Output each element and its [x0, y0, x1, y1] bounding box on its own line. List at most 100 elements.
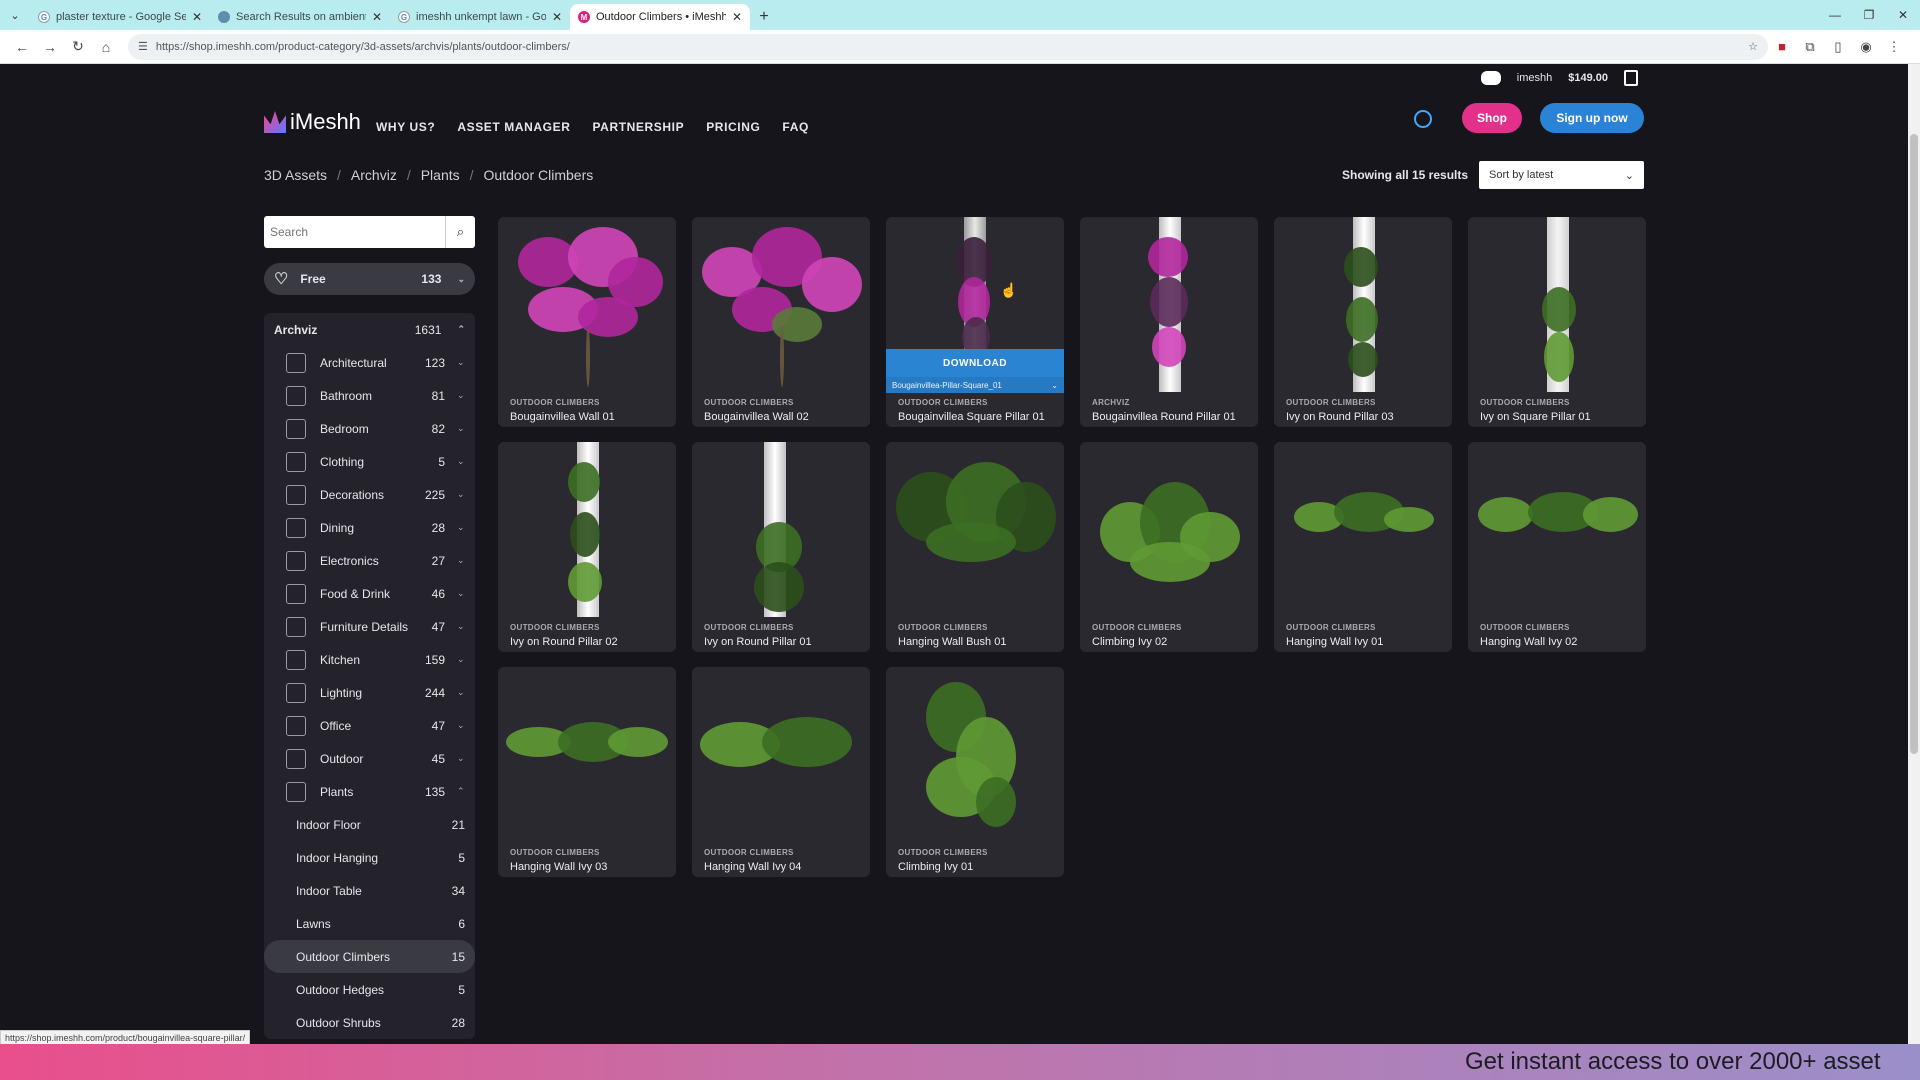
restore-icon[interactable]: ❐ — [1852, 0, 1886, 30]
close-window-icon[interactable]: ✕ — [1886, 0, 1920, 30]
url-field[interactable]: ☰ https://shop.imeshh.com/product-catego… — [128, 33, 1768, 60]
cart-icon[interactable] — [1624, 70, 1638, 86]
product-thumbnail[interactable] — [1274, 217, 1452, 392]
sidebar-item-bathroom[interactable]: Bathroom 81 ⌄ — [264, 379, 475, 412]
product-card[interactable]: OUTDOOR CLIMBERS Ivy on Square Pillar 01 — [1468, 217, 1646, 427]
product-card[interactable]: OUTDOOR CLIMBERS Hanging Wall Ivy 03 — [498, 667, 676, 877]
sidebar-item-plants[interactable]: Plants 135 ⌃ — [264, 775, 475, 808]
home-icon[interactable]: ⌂ — [92, 33, 120, 61]
browser-tab[interactable]: G plaster texture - Google Search ✕ — [30, 4, 210, 30]
cart-total[interactable]: $149.00 — [1568, 72, 1608, 84]
nav-faq[interactable]: FAQ — [782, 120, 808, 134]
product-category[interactable]: OUTDOOR CLIMBERS — [510, 398, 600, 407]
breadcrumb-item[interactable]: Archviz — [351, 167, 397, 183]
browser-tab[interactable]: Search Results on ambientCG ✕ — [210, 4, 390, 30]
product-card[interactable]: OUTDOOR CLIMBERS Hanging Wall Ivy 01 — [1274, 442, 1452, 652]
product-title[interactable]: Bougainvillea Wall 01 — [510, 411, 615, 423]
product-thumbnail[interactable] — [692, 667, 870, 842]
minimize-icon[interactable]: — — [1818, 0, 1852, 30]
product-category[interactable]: OUTDOOR CLIMBERS — [704, 398, 794, 407]
close-icon[interactable]: ✕ — [192, 10, 202, 24]
shop-button[interactable]: Shop — [1462, 103, 1522, 133]
sidebar-item-bedroom[interactable]: Bedroom 82 ⌄ — [264, 412, 475, 445]
browser-tab-active[interactable]: M Outdoor Climbers • iMeshh ✕ — [570, 4, 750, 30]
profile-icon[interactable]: ◉ — [1852, 33, 1880, 61]
product-card[interactable]: DOWNLOAD Bougainvillea-Pillar-Square_01 ⌄ O… — [886, 217, 1064, 427]
product-card[interactable]: OUTDOOR CLIMBERS Ivy on Round Pillar 02 — [498, 442, 676, 652]
product-card[interactable]: OUTDOOR CLIMBERS Ivy on Round Pillar 03 — [1274, 217, 1452, 427]
product-title[interactable]: Climbing Ivy 01 — [898, 861, 973, 873]
product-thumbnail[interactable] — [692, 217, 870, 392]
product-title[interactable]: Hanging Wall Ivy 01 — [1286, 636, 1383, 648]
sidebar-item-furniture-details[interactable]: Furniture Details 47 ⌄ — [264, 610, 475, 643]
product-title[interactable]: Hanging Wall Ivy 02 — [1480, 636, 1577, 648]
product-thumbnail[interactable] — [692, 442, 870, 617]
search-input[interactable] — [264, 216, 445, 248]
product-card[interactable]: OUTDOOR CLIMBERS Climbing Ivy 02 — [1080, 442, 1258, 652]
reload-icon[interactable]: ↻ — [64, 33, 92, 61]
nav-asset-manager[interactable]: ASSET MANAGER — [457, 120, 570, 134]
product-title[interactable]: Climbing Ivy 02 — [1092, 636, 1167, 648]
product-title[interactable]: Hanging Wall Ivy 04 — [704, 861, 801, 873]
sort-select[interactable]: Sort by latest ⌄ — [1479, 161, 1644, 189]
sidebar-subitem-outdoor-climbers[interactable]: Outdoor Climbers 15 — [264, 940, 475, 973]
product-thumbnail[interactable] — [498, 442, 676, 617]
scrollbar-thumb[interactable] — [1910, 134, 1918, 754]
bookmark-star-icon[interactable]: ☆ — [1748, 40, 1758, 53]
scrollbar[interactable] — [1908, 64, 1920, 1044]
download-button[interactable]: DOWNLOAD — [886, 349, 1064, 377]
close-icon[interactable]: ✕ — [732, 10, 742, 24]
free-filter[interactable]: ♡ Free 133 ⌄ — [264, 263, 475, 295]
archviz-header[interactable]: Archviz 1631 ⌃ — [264, 313, 475, 346]
browser-tab[interactable]: G imeshh unkempt lawn - Google ✕ — [390, 4, 570, 30]
product-card[interactable]: OUTDOOR CLIMBERS Hanging Wall Ivy 02 — [1468, 442, 1646, 652]
product-category[interactable]: OUTDOOR CLIMBERS — [1092, 623, 1182, 632]
product-card[interactable]: OUTDOOR CLIMBERS Bougainvillea Wall 02 — [692, 217, 870, 427]
product-card[interactable]: OUTDOOR CLIMBERS Bougainvillea Wall 01 — [498, 217, 676, 427]
extension-icon[interactable]: ■ — [1768, 33, 1796, 61]
product-thumbnail[interactable] — [886, 442, 1064, 617]
sidebar-subitem-indoor-floor[interactable]: Indoor Floor 21 — [264, 808, 475, 841]
product-title[interactable]: Bougainvillea Round Pillar 01 — [1092, 411, 1236, 423]
search-icon[interactable] — [1414, 110, 1432, 128]
site-info-icon[interactable]: ☰ — [138, 40, 148, 53]
product-thumbnail[interactable] — [1274, 442, 1452, 617]
product-card[interactable]: OUTDOOR CLIMBERS Ivy on Round Pillar 01 — [692, 442, 870, 652]
product-title[interactable]: Hanging Wall Ivy 03 — [510, 861, 607, 873]
product-title[interactable]: Bougainvillea Wall 02 — [704, 411, 809, 423]
product-category[interactable]: ARCHVIZ — [1092, 398, 1130, 407]
sidebar-subitem-outdoor-shrubs[interactable]: Outdoor Shrubs 28 — [264, 1006, 475, 1039]
breadcrumb-item[interactable]: Plants — [421, 167, 460, 183]
product-card[interactable]: ARCHVIZ Bougainvillea Round Pillar 01 — [1080, 217, 1258, 427]
search-icon[interactable]: ⌕ — [445, 216, 475, 248]
product-thumbnail[interactable] — [498, 217, 676, 392]
product-category[interactable]: OUTDOOR CLIMBERS — [1286, 398, 1376, 407]
product-category[interactable]: OUTDOOR CLIMBERS — [510, 848, 600, 857]
new-tab-button[interactable]: + — [750, 4, 778, 30]
product-thumbnail[interactable] — [1468, 442, 1646, 617]
sidebar-item-office[interactable]: Office 47 ⌄ — [264, 709, 475, 742]
product-category[interactable]: OUTDOOR CLIMBERS — [1480, 623, 1570, 632]
sidebar-item-food-drink[interactable]: Food & Drink 46 ⌄ — [264, 577, 475, 610]
signup-button[interactable]: Sign up now — [1540, 103, 1644, 133]
forward-icon[interactable]: → — [36, 33, 64, 61]
product-category[interactable]: OUTDOOR CLIMBERS — [704, 623, 794, 632]
product-category[interactable]: OUTDOOR CLIMBERS — [1286, 623, 1376, 632]
nav-partnership[interactable]: PARTNERSHIP — [592, 120, 684, 134]
sidepanel-icon[interactable]: ▯ — [1824, 33, 1852, 61]
username[interactable]: imeshh — [1517, 72, 1552, 84]
discord-icon[interactable] — [1480, 71, 1501, 85]
product-thumbnail[interactable] — [1080, 217, 1258, 392]
sidebar-item-outdoor[interactable]: Outdoor 45 ⌄ — [264, 742, 475, 775]
sidebar-subitem-indoor-hanging[interactable]: Indoor Hanging 5 — [264, 841, 475, 874]
product-category[interactable]: OUTDOOR CLIMBERS — [1480, 398, 1570, 407]
product-card[interactable]: OUTDOOR CLIMBERS Hanging Wall Bush 01 — [886, 442, 1064, 652]
product-title[interactable]: Hanging Wall Bush 01 — [898, 636, 1006, 648]
product-title[interactable]: Ivy on Round Pillar 02 — [510, 636, 618, 648]
product-category[interactable]: OUTDOOR CLIMBERS — [898, 623, 988, 632]
product-thumbnail[interactable] — [498, 667, 676, 842]
breadcrumb-item[interactable]: 3D Assets — [264, 167, 327, 183]
product-thumbnail[interactable] — [1080, 442, 1258, 617]
sidebar-item-decorations[interactable]: Decorations 225 ⌄ — [264, 478, 475, 511]
product-card[interactable]: OUTDOOR CLIMBERS Hanging Wall Ivy 04 — [692, 667, 870, 877]
